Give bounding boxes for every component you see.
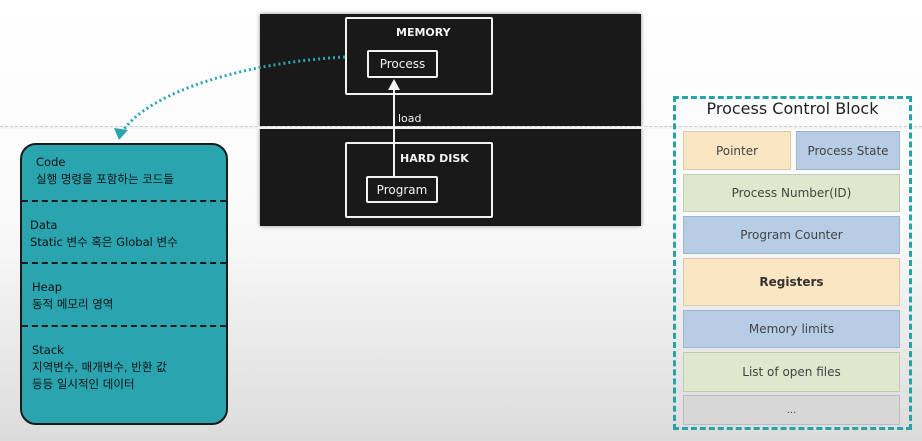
- segment-heap: Heap 동적 메모리 영역: [32, 279, 113, 313]
- pcb-more: ...: [683, 395, 900, 425]
- pcb-memory-limits: Memory limits: [683, 310, 900, 348]
- segment-data: Data Static 변수 혹은 Global 변수: [30, 217, 178, 251]
- segment-desc: 지역변수, 매개변수, 반환 값: [32, 360, 167, 374]
- segment-stack: Stack 지역변수, 매개변수, 반환 값 등등 일시적인 데이터: [32, 342, 167, 393]
- pcb-open-files: List of open files: [683, 352, 900, 392]
- pcb-title: Process Control Block: [706, 99, 879, 118]
- segment-desc: 등등 일시적인 데이터: [32, 377, 135, 391]
- pcb-program-counter: Program Counter: [683, 216, 900, 254]
- segment-code: Code 실행 명령을 포함하는 코드들: [36, 154, 174, 188]
- segment-title: Code: [36, 155, 66, 169]
- segment-title: Data: [30, 218, 58, 232]
- load-label: load: [398, 112, 422, 125]
- pcb-registers: Registers: [683, 258, 900, 306]
- process-memory-segments: Code 실행 명령을 포함하는 코드들 Data Static 변수 혹은 G…: [20, 143, 228, 425]
- segment-divider: [22, 325, 226, 327]
- segment-title: Stack: [32, 343, 64, 357]
- segment-title: Heap: [32, 280, 63, 294]
- pcb-process-state: Process State: [796, 131, 900, 170]
- segment-divider: [22, 262, 226, 264]
- pcb-pointer: Pointer: [683, 131, 791, 170]
- pcb-process-number: Process Number(ID): [683, 174, 900, 212]
- segment-desc: 동적 메모리 영역: [32, 297, 114, 311]
- connector-arrowhead-icon: [114, 128, 128, 140]
- dotted-connector: [120, 55, 346, 133]
- segment-divider: [22, 200, 226, 202]
- segment-desc: 실행 명령을 포함하는 코드들: [36, 172, 174, 186]
- segment-desc: Static 변수 혹은 Global 변수: [30, 235, 178, 249]
- load-arrowhead-icon: [388, 79, 400, 90]
